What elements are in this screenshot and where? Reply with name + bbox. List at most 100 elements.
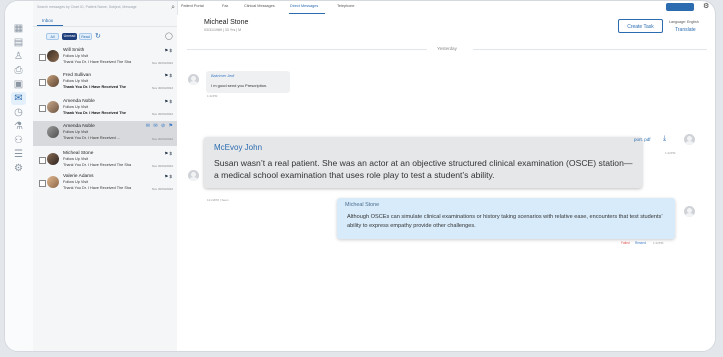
flag-icon[interactable]: ⚑ $ [164, 73, 172, 79]
flag-icon[interactable]: ⚑ $ [164, 99, 172, 105]
download-icon[interactable]: ⤓ [663, 135, 666, 143]
avatar [684, 206, 695, 217]
language-label: Language: English [669, 20, 699, 24]
compose-icon[interactable]: ◯ [165, 32, 173, 40]
message-time: 1:22PM [207, 94, 218, 98]
select-checkbox[interactable] [39, 54, 46, 61]
message-text: Although OSCEs can simulate clinical exa… [347, 214, 663, 229]
sender-name: Amenda Noble [63, 124, 95, 129]
date: Nov 30/04/2022 [151, 137, 173, 141]
avatar [684, 134, 695, 145]
attachment-link[interactable]: port. pdf [634, 137, 651, 142]
active-tab-indicator [289, 13, 325, 14]
sender-name: Will Smith [63, 48, 85, 53]
date: Nov 30/04/2022 [151, 164, 173, 168]
select-checkbox[interactable] [39, 105, 46, 112]
flag-icon[interactable]: ⚑ $ [164, 48, 172, 54]
sender-name: McEvoy John [214, 143, 263, 152]
tab-direct-messages[interactable]: Direct Messages [290, 4, 318, 8]
chat-area: Yesterday Bakrimer Jedi I m good send yo… [177, 41, 715, 351]
divider [187, 49, 427, 50]
filter-unread-button[interactable]: Unread [62, 33, 77, 40]
search-input[interactable]: Search messages by Chart ID, Patient Nam… [37, 5, 173, 14]
subject: Follow Up Visit [63, 130, 89, 134]
refresh-icon[interactable]: ↻ [95, 32, 101, 40]
list-item[interactable]: Amenda Noble Follow Up Visit Thank You D… [33, 96, 177, 121]
date-separator: Yesterday [437, 46, 457, 51]
tab-patient-portal[interactable]: Patient Portal [181, 4, 204, 8]
tab-telephone[interactable]: Telephone [337, 4, 355, 8]
avatar [47, 50, 59, 62]
avatar [47, 101, 59, 113]
sender-name: Fred Sullivan [63, 73, 91, 78]
sender-name: Amenda Noble [63, 99, 95, 104]
select-checkbox[interactable] [39, 79, 46, 86]
filter-icon[interactable]: ☰ [13, 149, 24, 160]
search-icon[interactable]: ⌕ [171, 4, 175, 12]
message-text: Susan wasn’t a real patient. She was an … [214, 158, 633, 180]
translate-link[interactable]: Translate [675, 27, 696, 33]
avatar [188, 170, 199, 181]
message-time: 1:22PM [665, 151, 676, 155]
patient-meta: 03/31/1989 | 33 Yrs | M [204, 28, 242, 32]
filter-read-button[interactable]: Read [79, 33, 92, 40]
subject: Follow Up Visit [63, 180, 89, 184]
list-item[interactable]: Fred Sullivan Follow Up Visit Thank You … [33, 70, 177, 95]
resend-link[interactable]: Resend [635, 241, 646, 245]
message-preview: Thank You Dr. I Have Received The Sha [63, 163, 132, 167]
message-preview: Thank You Dr. I Have Received The [63, 111, 126, 115]
avatar [47, 176, 59, 188]
compose-button[interactable] [666, 3, 694, 11]
tab-fax[interactable]: Fax [222, 4, 228, 8]
action-icons[interactable]: ✉ ✉ ⊘ ⚑ [146, 123, 174, 129]
message-bubble: Bakrimer Jedi I m good send you Prescrip… [206, 71, 290, 93]
print-icon[interactable]: ⎙ [13, 65, 24, 76]
messages-icon[interactable]: ✉ [11, 92, 26, 105]
divider [33, 26, 177, 27]
flag-icon[interactable]: ⚑ $ [164, 174, 172, 180]
message-time: 12:22PM | Seen [207, 198, 229, 202]
message-preview: Thank You Dr. I Have Received The [63, 85, 126, 89]
message-preview: Thank You Dr. I Have Received ... [63, 136, 120, 140]
avatar [47, 75, 59, 87]
sender-name: Micheal Stone [345, 202, 380, 208]
avatar [47, 153, 59, 165]
inbox-panel: Search messages by Chart ID, Patient Nam… [33, 1, 178, 351]
avatar [188, 74, 199, 85]
tab-inbox[interactable]: Inbox [42, 18, 53, 23]
divider [473, 49, 707, 50]
select-checkbox[interactable] [39, 180, 46, 187]
date: Nov 30/04/2022 [151, 86, 173, 90]
filter-all-button[interactable]: All [46, 33, 59, 40]
message-preview: Thank You Dr. I Have Received The Sha [63, 186, 132, 190]
create-task-button[interactable]: Create Task [618, 19, 663, 33]
list-item-selected[interactable]: Amenda Noble Follow Up Visit Thank You D… [33, 121, 177, 146]
sender-name: Micheal Stone [63, 151, 94, 156]
list-item[interactable]: Valerie Adams Follow Up Visit Thank You … [33, 171, 177, 196]
sender-name: Bakrimer Jedi [211, 74, 235, 78]
document-icon[interactable]: ▣ [13, 79, 24, 90]
settings-icon[interactable]: ⚙ [13, 163, 24, 174]
people-icon[interactable]: ⚇ [13, 135, 24, 146]
subject: Follow Up Visit [63, 105, 89, 109]
date: Nov 30/04/2022 [151, 61, 173, 65]
message-bubble: McEvoy John Susan wasn’t a real patient.… [204, 137, 642, 188]
flag-icon[interactable]: ⚑ $ [164, 151, 172, 157]
lab-icon[interactable]: ⚗ [13, 121, 24, 132]
app-frame: ▦ ▤ ♙ ⎙ ▣ ✉ ◷ ⚗ ⚇ ☰ ⚙ Search messages by… [4, 0, 716, 352]
clock-icon[interactable]: ◷ [13, 107, 24, 118]
message-preview: Thank You Dr. I Have Received The Sha [63, 60, 132, 64]
more-icon[interactable]: ⚙ [703, 2, 709, 10]
patient-name: Micheal Stone [204, 19, 249, 26]
nav-rail: ▦ ▤ ♙ ⎙ ▣ ✉ ◷ ⚗ ⚇ ☰ ⚙ [5, 1, 34, 351]
select-checkbox[interactable] [39, 157, 46, 164]
date: Nov 30/04/2022 [151, 187, 173, 191]
failed-status: Failed [621, 241, 630, 245]
calendar-icon[interactable]: ▤ [13, 37, 24, 48]
tab-clinical-messages[interactable]: Clinical Messages [244, 4, 275, 8]
subject: Follow Up Visit [63, 79, 89, 83]
grid-icon[interactable]: ▦ [13, 23, 24, 34]
list-item[interactable]: Will Smith Follow Up Visit Thank You Dr.… [33, 45, 177, 70]
list-item[interactable]: Micheal Stone Follow Up Visit Thank You … [33, 148, 177, 173]
user-icon[interactable]: ♙ [13, 51, 24, 62]
